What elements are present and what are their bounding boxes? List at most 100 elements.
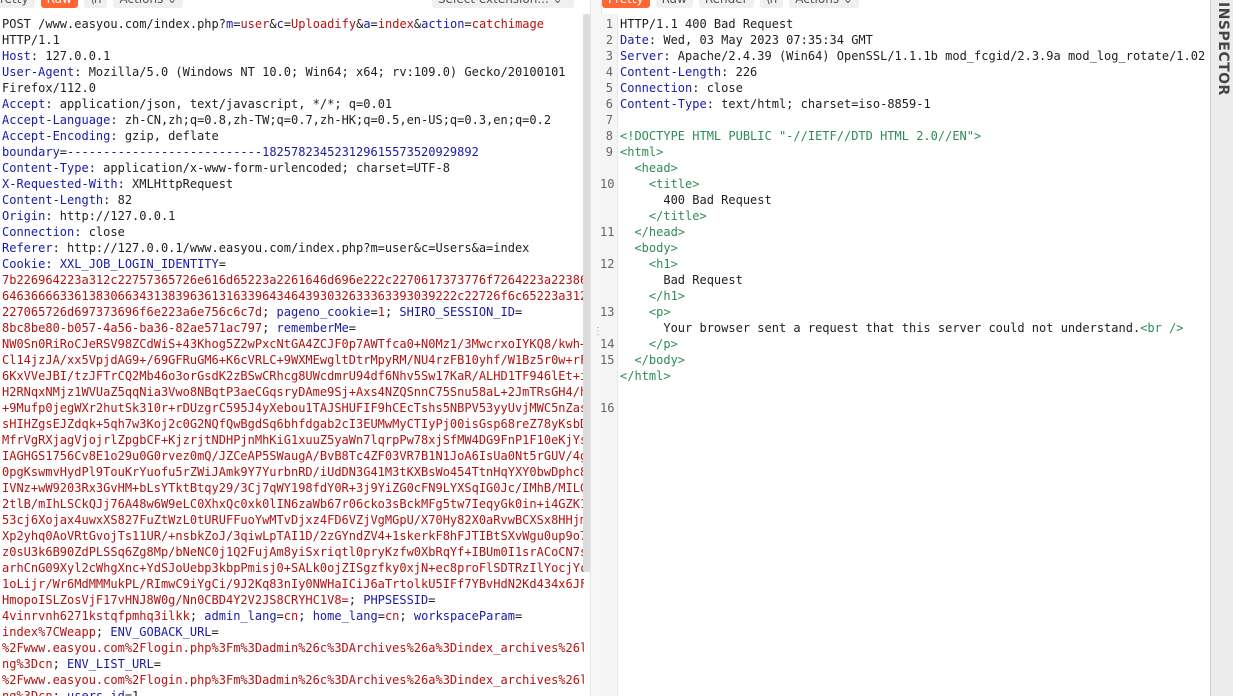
request-line: ng%3Dcn; ENV_LIST_URL= (2, 656, 576, 672)
request-scrollbar[interactable] (583, 14, 590, 572)
request-line: %2Fwww.easyou.com%2Flogin.php%3Fm%3Dadmi… (2, 640, 584, 656)
actions-dropdown[interactable]: Actions (113, 0, 184, 8)
request-line: +9Mufp0jegWXr2hutSk310r+rDUzgrC595J4yXeb… (2, 400, 584, 416)
token-text: = (211, 625, 219, 639)
token-text: ; (52, 689, 68, 696)
request-line: index%7CWeapp; ENV_GOBACK_URL= (2, 624, 576, 640)
request-line: 0pgKswmvHydPl9TouKrYuofu5rZWiJAmk9Y7Yurb… (2, 464, 584, 480)
token-value: IAGHGS1756Cv8E1o29u0G0rvez0mQ/JZCeAP5SWa… (2, 449, 584, 463)
tab-pretty[interactable]: Pretty (602, 0, 650, 8)
token-text: Your browser sent a request that this se… (620, 321, 1141, 335)
request-line: User-Agent: Mozilla/5.0 (Windows NT 10.0… (2, 64, 576, 80)
token-tag: </title> (648, 209, 707, 223)
token-text: : 226 (721, 65, 758, 79)
request-line: Origin: http://127.0.0.1 (2, 208, 576, 224)
token-text: = (59, 145, 68, 159)
token-key: ENV_GOBACK_URL (110, 625, 212, 639)
token-value: 0pgKswmvHydPl9TouKrYuofu5rZWiJAmk9Y7Yurb… (2, 465, 584, 479)
token-value: ng%3Dcn (2, 689, 53, 696)
request-line: Content-Type: application/x-www-form-url… (2, 160, 576, 176)
request-line: z0sU3k6B90ZdPLSSq6Zg8Mp/bNeNC0j1Q2FujAm8… (2, 544, 584, 560)
request-line: H2RNqxNMjz1WVUaZ5qqNia3Vwo8NBqtP3aeCGqsr… (2, 384, 584, 400)
token-text: = (276, 609, 284, 623)
token-key: ENV_LIST_URL (67, 657, 154, 671)
actions-dropdown[interactable]: Actions (789, 0, 859, 8)
token-tag: <body> (634, 241, 678, 255)
token-key: Accept-Language (2, 113, 111, 127)
token-text: = (153, 657, 161, 671)
token-text: ; (348, 593, 364, 607)
token-text: = (428, 593, 436, 607)
request-toolbar: retty Raw \n Actions (0, 0, 184, 8)
response-line: 10 <title> (600, 176, 1210, 192)
token-text: : Apache/2.4.39 (Win64) OpenSSL/1.1.1b m… (663, 49, 1206, 63)
request-line: Accept-Encoding: gzip, deflate (2, 128, 576, 144)
line-number: 14 (600, 337, 615, 351)
request-line: Cookie: XXL_JOB_LOGIN_IDENTITY= (2, 256, 576, 272)
token-value: 7b226964223a312c22757365726e616d65223a22… (2, 273, 584, 287)
token-tag: </body> (634, 353, 686, 367)
token-key: Accept (2, 97, 46, 111)
token-key: boundary (2, 145, 60, 159)
select-extension-dropdown[interactable]: Select extension... (432, 0, 574, 8)
token-value: %2Fwww.easyou.com%2Flogin.php%3Fm%3Dadmi… (2, 673, 584, 687)
inspector-panel-tab[interactable]: INSPECTOR (1210, 0, 1233, 696)
token-key: Content-Type (2, 161, 89, 175)
response-line: 2 Date: Wed, 03 May 2023 07:35:34 GMT (600, 32, 1210, 48)
token-tag: </head> (634, 225, 686, 239)
token-tag: </p> (648, 337, 678, 351)
request-line: Host: 127.0.0.1 (2, 48, 576, 64)
token-key: Content-Type (620, 97, 707, 111)
token-text: = (464, 17, 472, 31)
request-line: 6463666633613830663431383963613163396434… (2, 288, 584, 304)
token-value: 4vinrvnh6271kstqfpmhq3ilkk (2, 609, 190, 623)
token-value: 8bc8be80-b057-4a56-ba36-82ae571ac797 (2, 321, 263, 335)
token-text: ; (95, 625, 111, 639)
line-number: 15 (600, 353, 615, 367)
request-line: 7b226964223a312c22757365726e616d65223a22… (2, 272, 584, 288)
token-tag: <p> (648, 305, 671, 319)
token-text: ; (262, 321, 277, 335)
request-line: NW0Sn0RiRoCJeRSV98ZCdWiS+43Khog5Z2wPxcNt… (2, 336, 584, 352)
token-key: Origin (2, 209, 46, 223)
token-text: = (370, 17, 378, 31)
token-value: %2Fwww.easyou.com%2Flogin.php%3Fm%3Dadmi… (2, 641, 584, 655)
token-text: POST /www.easyou.com/index.php? (2, 17, 226, 31)
request-line: Connection: close (2, 224, 576, 240)
line-number: 12 (600, 257, 615, 271)
token-value: 227065726d697373696f6e223a6e756c6c7d (2, 305, 263, 319)
request-line: Accept: application/json, text/javascrip… (2, 96, 576, 112)
token-value: ng%3Dcn (2, 657, 53, 671)
token-text: ; (52, 657, 68, 671)
token-key: Server (620, 49, 664, 63)
request-editor[interactable]: POST /www.easyou.com/index.php?m=user&c=… (0, 14, 584, 696)
tab-pretty[interactable]: retty (0, 0, 35, 8)
token-value: HmopoISLZosVjF17vHNJ8W0g/Nn0CBD4Y2V2JS8C… (2, 593, 349, 607)
token-key: XXL_JOB_LOGIN_IDENTITY (59, 257, 219, 271)
tab-newline[interactable]: \n (83, 0, 108, 8)
token-text: Bad Request (620, 273, 743, 287)
tab-newline[interactable]: \n (759, 0, 784, 8)
tab-raw[interactable]: Raw (655, 0, 693, 8)
response-line: </h1> (600, 288, 1210, 304)
tab-raw[interactable]: Raw (40, 0, 78, 8)
token-value: +9Mufp0jegWXr2hutSk310r+rDUzgrC595J4yXeb… (2, 401, 584, 415)
token-value: index (377, 17, 414, 31)
response-line: 5 Connection: close (600, 80, 1210, 96)
request-line: 8bc8be80-b057-4a56-ba36-82ae571ac797; re… (2, 320, 576, 336)
token-key: Connection (2, 225, 75, 239)
token-value: cn (283, 609, 299, 623)
token-tag: <h1> (648, 257, 678, 271)
tab-render[interactable]: Render (698, 0, 754, 8)
response-line: Your browser sent a request that this se… (600, 320, 1210, 336)
token-text: 400 Bad Request (620, 193, 772, 207)
response-toolbar: Pretty Raw Render \n Actions (602, 0, 859, 8)
token-value: cn (384, 609, 400, 623)
response-viewer[interactable]: 1 HTTP/1.1 400 Bad Request 2 Date: Wed, 03 … (600, 14, 1210, 696)
request-line: 227065726d697373696f6e223a6e756c6c7d; pa… (2, 304, 576, 320)
response-line: <head> (600, 160, 1210, 176)
response-line: 11 </head> (600, 224, 1210, 240)
